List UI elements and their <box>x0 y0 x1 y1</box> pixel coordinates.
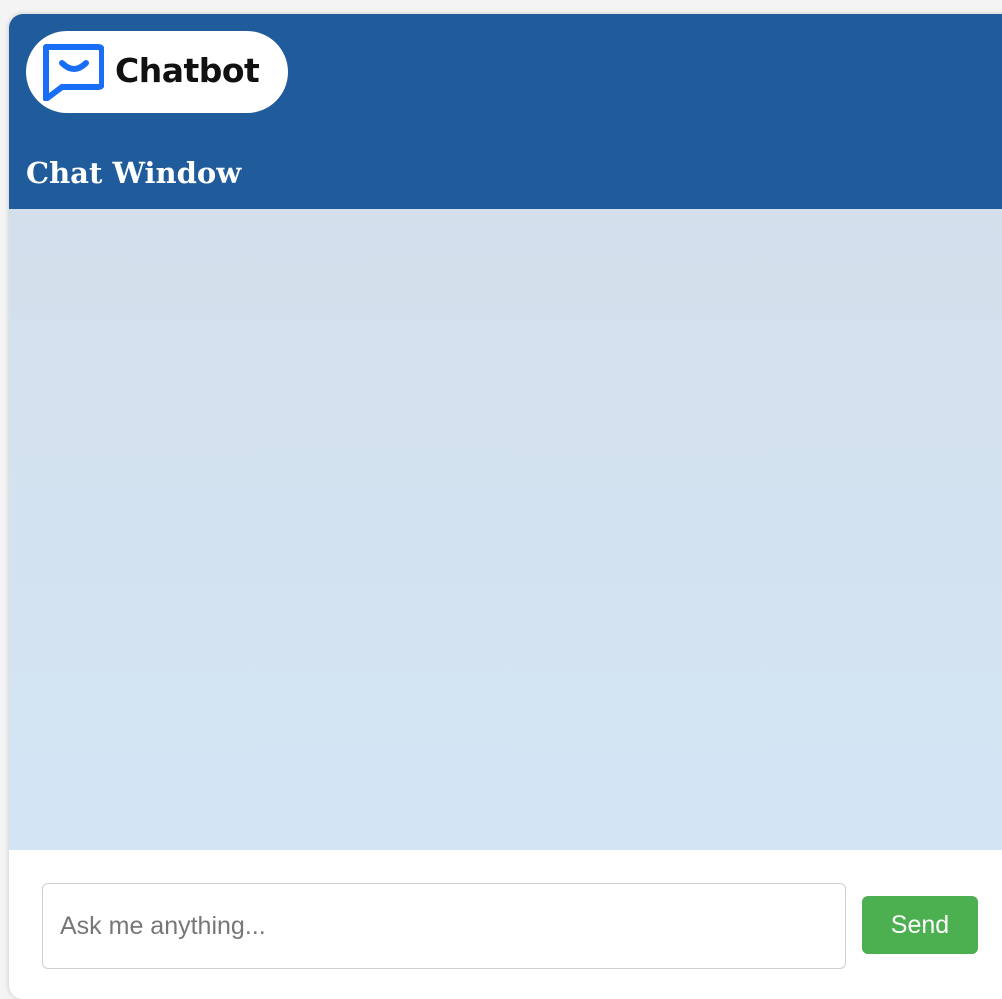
chat-window: Chatbot Chat Window Send <box>9 14 1002 999</box>
chat-bubble-smile-icon <box>40 43 105 102</box>
page-title: Chat Window <box>26 156 242 190</box>
input-bar: Send <box>9 850 1002 999</box>
chat-header: Chatbot Chat Window <box>9 14 1002 209</box>
chatbot-logo: Chatbot <box>26 31 288 113</box>
send-button[interactable]: Send <box>862 896 978 954</box>
logo-text: Chatbot <box>115 51 260 90</box>
messages-area <box>9 209 1002 850</box>
message-input[interactable] <box>42 883 846 969</box>
